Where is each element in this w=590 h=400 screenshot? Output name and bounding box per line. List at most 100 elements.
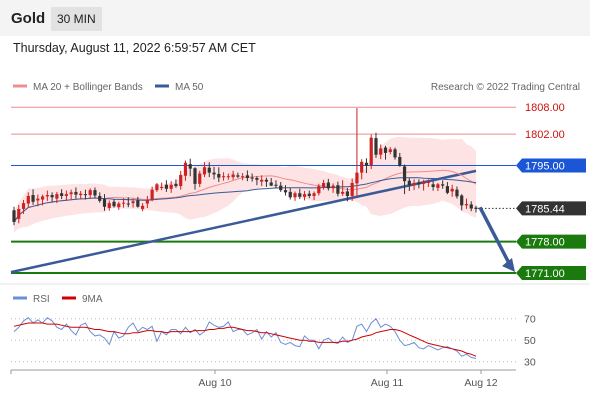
rsi-legend-label: RSI [33, 294, 50, 305]
ma20-legend-label: MA 20 + Bollinger Bands [33, 82, 143, 93]
candle-body [31, 195, 35, 202]
copyright-text: Research © 2022 Trading Central [431, 82, 580, 93]
candle-body [374, 138, 378, 155]
candle-body [350, 182, 354, 196]
candle-body [398, 156, 402, 166]
resistance-label: 1802.00 [525, 129, 565, 141]
candle-body [145, 200, 149, 204]
candle-body [302, 194, 307, 197]
candle-body [69, 192, 73, 195]
forecast-arrow [478, 206, 515, 273]
candle-body [117, 203, 121, 208]
candle-body [388, 149, 392, 153]
candle-body [36, 198, 40, 201]
candle-body [331, 185, 335, 189]
candle-body [79, 193, 83, 196]
candle-body [474, 207, 478, 209]
candle-body [379, 148, 383, 155]
candle-body [102, 199, 107, 207]
candle-body [40, 196, 45, 200]
candle-body [412, 182, 416, 186]
candle-body [369, 137, 373, 166]
candle-body [422, 181, 426, 184]
candle-body [279, 185, 283, 191]
support-label: 1771.00 [525, 268, 565, 280]
ma50-legend-swatch [155, 84, 169, 88]
candle-body [21, 203, 26, 209]
candle-body [393, 149, 397, 158]
pivot-label: 1795.00 [525, 160, 565, 172]
candle-body [445, 186, 450, 193]
candle-body [283, 190, 288, 193]
candle-body [198, 173, 202, 184]
candle-body [121, 202, 126, 204]
candle-body [407, 180, 411, 186]
candle-body [341, 191, 345, 194]
candle-body [217, 173, 221, 178]
candle-body [464, 204, 469, 206]
resistance-label: 1808.00 [525, 102, 565, 114]
candle-body [107, 203, 111, 209]
candle-body [174, 183, 178, 187]
candle-body [307, 193, 311, 196]
candle-body [88, 190, 92, 196]
candle-body [269, 182, 273, 186]
candle-body [140, 205, 145, 209]
candle-body [50, 195, 54, 198]
candle-body [312, 193, 316, 196]
candle-body [417, 182, 421, 185]
candle-body [17, 208, 21, 219]
candle-body [241, 176, 245, 178]
candle-body [74, 191, 78, 195]
candle-body [183, 162, 188, 176]
candle-body [93, 190, 97, 196]
candle-body [179, 174, 183, 187]
candle-body [402, 166, 407, 182]
support-label: 1778.00 [525, 237, 565, 249]
level-labels: 1808.00 1802.00 1795.00 1785.44 1778.00 1771.… [516, 102, 586, 281]
candle-body [336, 185, 340, 194]
candle-body [293, 193, 297, 198]
candle-body [460, 195, 464, 206]
candle-body [236, 175, 240, 177]
candle-body [169, 184, 173, 189]
candle-body [426, 181, 430, 183]
candle-body [469, 204, 473, 209]
candle-body [255, 178, 259, 180]
candle-body [231, 174, 235, 178]
candle-body [226, 176, 230, 178]
candle-body [155, 184, 159, 191]
candle-body [164, 184, 169, 189]
candle-body [150, 189, 154, 200]
candle-body [55, 194, 59, 199]
rsi-panel: 70 50 30 [11, 314, 536, 369]
rsi-ma-legend-label: 9MA [82, 294, 103, 305]
candle-body [131, 201, 135, 204]
candle-body [274, 184, 278, 186]
candle-body [126, 203, 130, 205]
candle-body [321, 182, 326, 187]
candle-body [260, 179, 264, 182]
candle-body [112, 201, 116, 207]
candle-body [26, 195, 30, 204]
time-tick-label: Aug 10 [198, 377, 231, 389]
candle-body [317, 186, 321, 194]
candle-body [64, 194, 68, 196]
candle-body [221, 176, 226, 178]
ma20-legend-swatch [13, 84, 27, 88]
candle-body [326, 182, 330, 189]
candle-body [455, 189, 459, 197]
rsi-ma-legend-swatch [62, 296, 76, 300]
candle-body [360, 161, 364, 173]
candle-body [436, 184, 440, 188]
candle-body [202, 167, 207, 175]
candle-body [264, 179, 269, 182]
candle-body [450, 188, 454, 192]
rsi-tick-label: 30 [524, 357, 536, 369]
time-tick-label: Aug 11 [371, 377, 404, 389]
time-tick-label: Aug 12 [464, 377, 497, 389]
candle-body [193, 168, 197, 184]
time-axis: Aug 10 Aug 11 Aug 12 [10, 370, 498, 389]
rsi-tick-label: 70 [524, 314, 536, 326]
last-label: 1785.44 [525, 203, 565, 215]
